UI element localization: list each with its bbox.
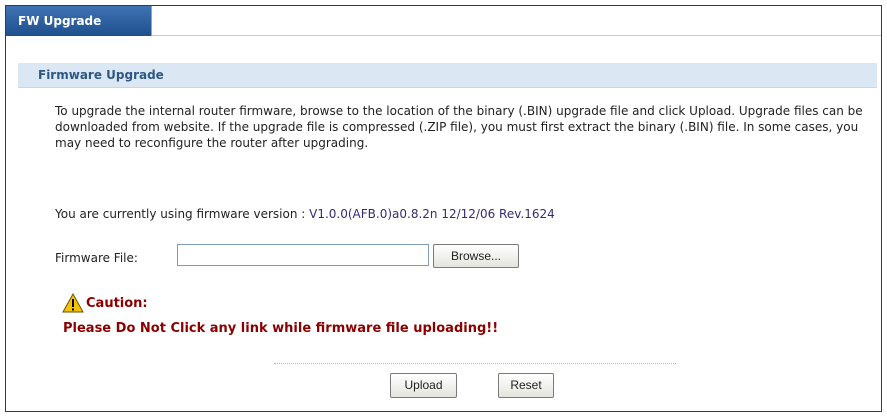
- firmware-file-input[interactable]: [177, 244, 429, 266]
- section-title: Firmware Upgrade: [18, 63, 877, 88]
- firmware-version-value: V1.0.0(AFB.0)a0.8.2n 12/12/06 Rev.1624: [309, 207, 555, 221]
- browse-button[interactable]: Browse...: [433, 244, 519, 268]
- caution-title: Caution:: [86, 295, 148, 311]
- caution-message: Please Do Not Click any link while firmw…: [63, 321, 499, 336]
- firmware-upgrade-panel: FW Upgrade Firmware Upgrade To upgrade t…: [5, 5, 882, 412]
- tab-fw-upgrade[interactable]: FW Upgrade: [6, 6, 152, 36]
- upload-button[interactable]: Upload: [390, 373, 457, 398]
- upgrade-instructions: To upgrade the internal router firmware,…: [55, 104, 863, 150]
- warning-icon: [62, 293, 84, 313]
- tab-bar: FW Upgrade: [6, 6, 881, 36]
- reset-button[interactable]: Reset: [498, 373, 554, 398]
- firmware-version-line: You are currently using firmware version…: [55, 207, 555, 221]
- divider: [274, 363, 676, 364]
- firmware-file-label: Firmware File:: [55, 251, 138, 265]
- caution-block: Caution:: [62, 292, 148, 314]
- firmware-version-label: You are currently using firmware version…: [55, 207, 310, 221]
